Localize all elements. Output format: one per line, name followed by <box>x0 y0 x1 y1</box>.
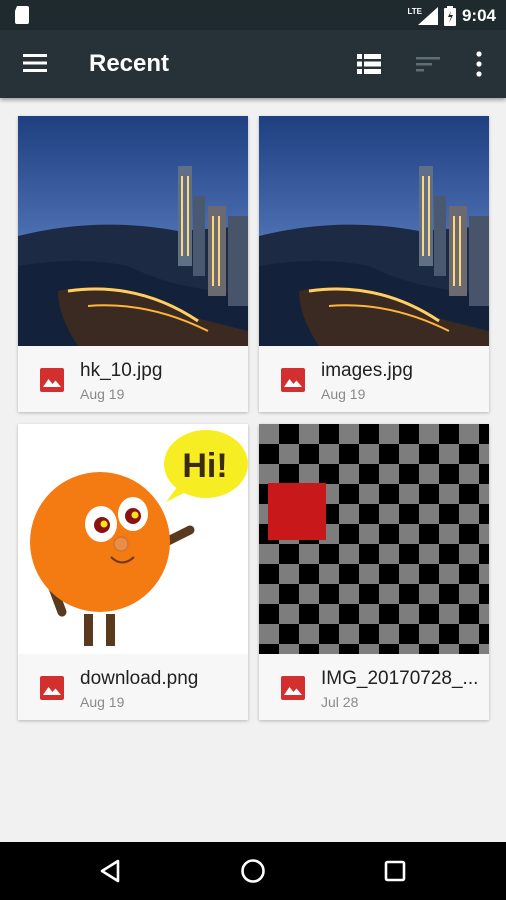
signal-icon <box>417 7 438 25</box>
checkerboard-thumbnail <box>259 424 489 654</box>
battery-icon <box>443 6 456 26</box>
file-meta: hk_10.jpg Aug 19 <box>18 346 248 412</box>
file-date: Jul 28 <box>321 694 359 710</box>
cartoon-thumbnail: Hi! <box>18 424 248 654</box>
image-file-icon <box>281 676 305 700</box>
file-name: hk_10.jpg <box>80 360 163 381</box>
file-name: images.jpg <box>321 360 413 381</box>
file-card[interactable]: images.jpg Aug 19 <box>259 116 489 412</box>
page-title: Recent <box>89 50 170 77</box>
file-card[interactable]: IMG_20170728_... Jul 28 <box>259 424 489 720</box>
recents-icon[interactable] <box>380 856 410 886</box>
home-icon[interactable] <box>238 856 268 886</box>
list-view-icon[interactable] <box>357 53 381 75</box>
navigation-bar <box>0 842 506 900</box>
image-file-icon <box>40 676 64 700</box>
city-photo-thumbnail <box>259 116 489 346</box>
file-grid: hk_10.jpg Aug 19 images.jpg Aug 19 Hi! d… <box>0 98 506 842</box>
file-card[interactable]: Hi! download.png Aug 19 <box>18 424 248 720</box>
file-card[interactable]: hk_10.jpg Aug 19 <box>18 116 248 412</box>
toolbar: Recent <box>0 30 506 98</box>
status-bar: LTE 9:04 <box>0 0 506 30</box>
back-icon[interactable] <box>96 856 126 886</box>
file-date: Aug 19 <box>80 386 125 402</box>
file-meta: images.jpg Aug 19 <box>259 346 489 412</box>
file-name: IMG_20170728_... <box>321 668 479 689</box>
sd-card-icon <box>15 6 29 24</box>
speech-bubble-text: Hi! <box>182 447 227 485</box>
clock: 9:04 <box>461 6 496 25</box>
more-options-icon[interactable] <box>470 50 488 78</box>
image-file-icon <box>281 368 305 392</box>
sort-icon[interactable] <box>416 54 440 74</box>
city-photo-thumbnail <box>18 116 248 346</box>
file-meta: IMG_20170728_... Jul 28 <box>259 654 489 720</box>
file-date: Aug 19 <box>80 694 125 710</box>
file-name: download.png <box>80 668 199 689</box>
file-date: Aug 19 <box>321 386 366 402</box>
image-file-icon <box>40 368 64 392</box>
file-meta: download.png Aug 19 <box>18 654 248 720</box>
hamburger-menu-icon[interactable] <box>22 52 48 74</box>
